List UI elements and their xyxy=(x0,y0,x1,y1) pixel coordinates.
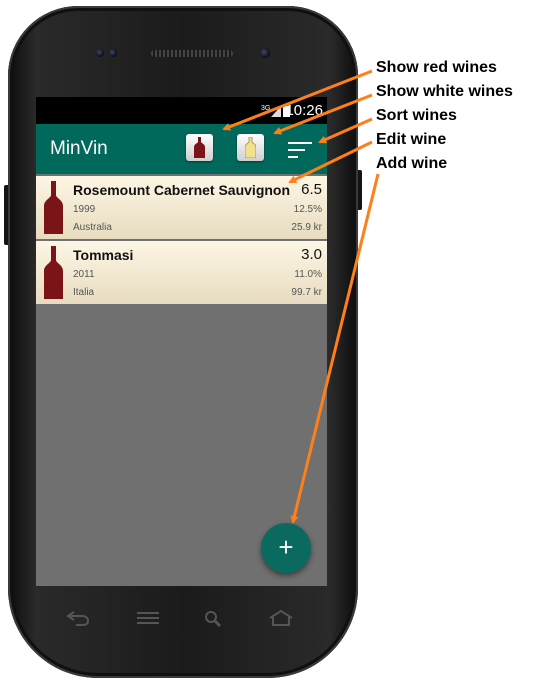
annotation-arrows xyxy=(222,69,380,524)
arrow-add xyxy=(290,173,380,524)
arrow-show-red xyxy=(222,69,373,131)
arrow-show-white xyxy=(273,93,373,135)
arrow-sort xyxy=(318,117,373,144)
annotation-show-red: Show red wines xyxy=(376,59,497,76)
annotation-add: Add wine xyxy=(376,155,448,172)
annotation-show-white: Show white wines xyxy=(376,83,513,100)
arrow-edit xyxy=(288,140,373,184)
annotation-edit: Edit wine xyxy=(376,131,447,148)
annotation-sort: Sort wines xyxy=(376,107,457,124)
